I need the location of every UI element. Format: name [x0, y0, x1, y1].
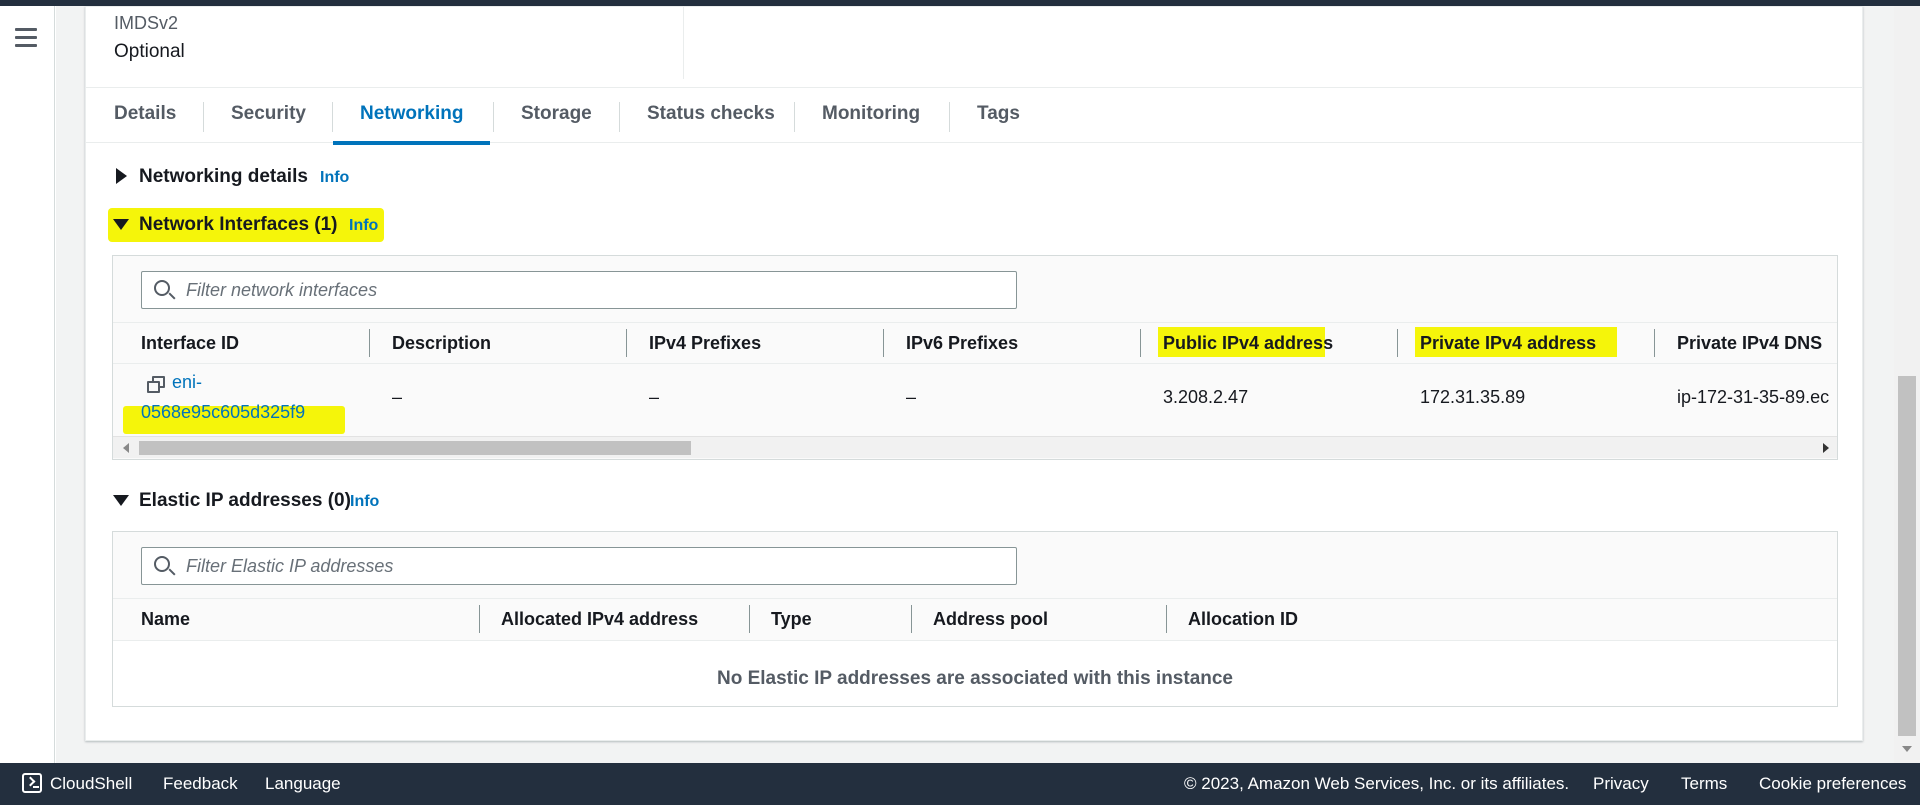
filter-placeholder: Filter Elastic IP addresses: [186, 556, 394, 576]
vertical-scroll-thumb[interactable]: [1898, 376, 1916, 736]
footer-bar: CloudShell Feedback Language © 2023, Ama…: [0, 763, 1920, 805]
tab-bar: Details Security Networking Storage Stat…: [86, 87, 1862, 145]
private-dns-cell: ip-172-31-35-89.ec: [1677, 387, 1830, 407]
left-navigation-rail: [0, 6, 55, 763]
feedback-link[interactable]: Feedback: [163, 774, 238, 794]
column-header-interface-id[interactable]: Interface ID: [141, 333, 239, 354]
column-resizer[interactable]: [479, 605, 480, 633]
column-header-public-ipv4[interactable]: Public IPv4 address: [1163, 333, 1333, 354]
privacy-link[interactable]: Privacy: [1593, 774, 1649, 794]
cookie-preferences-link[interactable]: Cookie preferences: [1759, 774, 1906, 794]
column-header-ipv6-prefixes[interactable]: IPv6 Prefixes: [906, 333, 1018, 354]
elastic-ip-heading[interactable]: Elastic IP addresses (0): [139, 490, 351, 512]
tab-monitoring[interactable]: Monitoring: [822, 88, 920, 144]
scroll-left-arrow-icon[interactable]: [123, 443, 129, 453]
copy-icon[interactable]: [147, 376, 165, 393]
interface-id-link-continued[interactable]: 0568e95c605d325f9: [141, 402, 305, 423]
tab-separator: [332, 102, 333, 132]
language-selector[interactable]: Language: [265, 774, 341, 794]
elastic-ip-info-link[interactable]: Info: [350, 493, 379, 511]
tab-separator: [794, 102, 795, 132]
collapse-caret-icon[interactable]: [113, 495, 129, 506]
networking-details-heading[interactable]: Networking details: [139, 166, 308, 188]
vertical-scrollbar[interactable]: [1894, 6, 1920, 763]
description-cell: –: [392, 387, 403, 407]
cloudshell-icon[interactable]: [22, 773, 42, 793]
ipv4-prefixes-cell: –: [649, 387, 660, 407]
column-header-allocation-id[interactable]: Allocation ID: [1188, 609, 1298, 630]
horizontal-scroll-thumb[interactable]: [139, 441, 691, 455]
elastic-ip-table: Filter Elastic IP addresses Name Allocat…: [112, 531, 1838, 707]
column-header-allocated-ipv4[interactable]: Allocated IPv4 address: [501, 609, 698, 630]
tab-tags[interactable]: Tags: [977, 88, 1020, 144]
network-interfaces-table: Filter network interfaces Interface ID D…: [112, 255, 1838, 460]
column-resizer[interactable]: [1397, 329, 1398, 357]
divider: [113, 363, 1837, 364]
ipv6-prefixes-cell: –: [906, 387, 917, 407]
cloudshell-button[interactable]: CloudShell: [50, 774, 132, 794]
imds-label: IMDSv2: [114, 13, 179, 33]
filter-placeholder: Filter network interfaces: [186, 280, 378, 300]
private-ipv4-cell: 172.31.35.89: [1420, 387, 1526, 407]
column-resizer[interactable]: [749, 605, 750, 633]
column-resizer[interactable]: [1166, 605, 1167, 633]
network-interfaces-info-link[interactable]: Info: [349, 217, 378, 235]
tab-separator: [493, 102, 494, 132]
column-resizer[interactable]: [911, 605, 912, 633]
divider: [113, 598, 1837, 599]
search-icon: [154, 280, 170, 296]
tab-separator: [619, 102, 620, 132]
instance-details-panel: IMDSv2 Optional Details Security Network…: [85, 6, 1863, 741]
scroll-down-arrow-icon[interactable]: [1902, 746, 1912, 752]
column-divider: [683, 7, 684, 79]
column-header-description[interactable]: Description: [392, 333, 491, 354]
column-resizer[interactable]: [1140, 329, 1141, 357]
terms-link[interactable]: Terms: [1681, 774, 1727, 794]
column-header-private-dns[interactable]: Private IPv4 DNS: [1677, 333, 1822, 354]
scroll-right-arrow-icon[interactable]: [1823, 443, 1829, 453]
empty-state-message: No Elastic IP addresses are associated w…: [716, 668, 1234, 689]
collapse-caret-icon[interactable]: [113, 219, 129, 230]
tab-storage[interactable]: Storage: [521, 88, 592, 144]
horizontal-scrollbar[interactable]: [113, 436, 1837, 458]
hamburger-menu-icon[interactable]: [15, 28, 37, 48]
network-interfaces-heading[interactable]: Network Interfaces (1): [139, 214, 338, 236]
tab-separator: [949, 102, 950, 132]
expand-caret-icon[interactable]: [116, 168, 127, 184]
networking-details-info-link[interactable]: Info: [320, 169, 349, 187]
tab-networking[interactable]: Networking: [332, 88, 492, 145]
column-header-private-ipv4[interactable]: Private IPv4 address: [1420, 333, 1596, 354]
column-header-type[interactable]: Type: [771, 609, 812, 630]
tab-security[interactable]: Security: [231, 88, 306, 144]
imds-value: Optional: [114, 41, 185, 62]
filter-network-interfaces-input[interactable]: Filter network interfaces: [141, 271, 1017, 309]
divider: [113, 322, 1837, 323]
interface-id-link[interactable]: eni-: [172, 372, 202, 393]
column-resizer[interactable]: [883, 329, 884, 357]
tab-details[interactable]: Details: [114, 88, 176, 144]
tab-status-checks[interactable]: Status checks: [647, 88, 775, 144]
column-header-name[interactable]: Name: [141, 609, 190, 630]
column-resizer[interactable]: [626, 329, 627, 357]
tab-separator: [203, 102, 204, 132]
column-resizer[interactable]: [1654, 329, 1655, 357]
filter-elastic-ip-input[interactable]: Filter Elastic IP addresses: [141, 547, 1017, 585]
search-icon: [154, 556, 170, 572]
column-header-address-pool[interactable]: Address pool: [933, 609, 1048, 630]
column-header-ipv4-prefixes[interactable]: IPv4 Prefixes: [649, 333, 761, 354]
column-resizer[interactable]: [369, 329, 370, 357]
public-ipv4-cell: 3.208.2.47: [1163, 387, 1249, 407]
copyright-text: © 2023, Amazon Web Services, Inc. or its…: [1184, 774, 1570, 793]
